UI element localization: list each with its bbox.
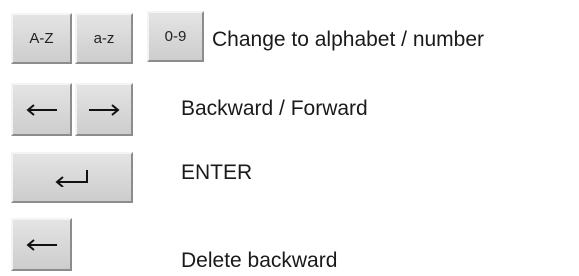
alphabet-number-description: Change to alphabet / number: [212, 28, 485, 51]
forward-key[interactable]: [75, 83, 133, 136]
enter-key[interactable]: [11, 152, 133, 203]
left-arrow-icon: [25, 238, 57, 251]
lowercase-key-label: a-z: [93, 30, 115, 47]
lowercase-key[interactable]: a-z: [75, 13, 133, 64]
enter-icon: [55, 169, 88, 187]
uppercase-key[interactable]: A-Z: [11, 13, 72, 64]
navigation-description: Backward / Forward: [181, 97, 368, 120]
delete-description: Delete backward: [181, 249, 338, 272]
uppercase-key-label: A-Z: [29, 30, 54, 47]
number-key[interactable]: 0-9: [147, 11, 204, 62]
number-key-label: 0-9: [164, 28, 187, 45]
backward-key[interactable]: [11, 83, 72, 136]
right-arrow-icon: [89, 103, 120, 116]
left-arrow-icon: [25, 103, 57, 116]
enter-description: ENTER: [181, 161, 253, 184]
delete-key[interactable]: [11, 218, 72, 271]
